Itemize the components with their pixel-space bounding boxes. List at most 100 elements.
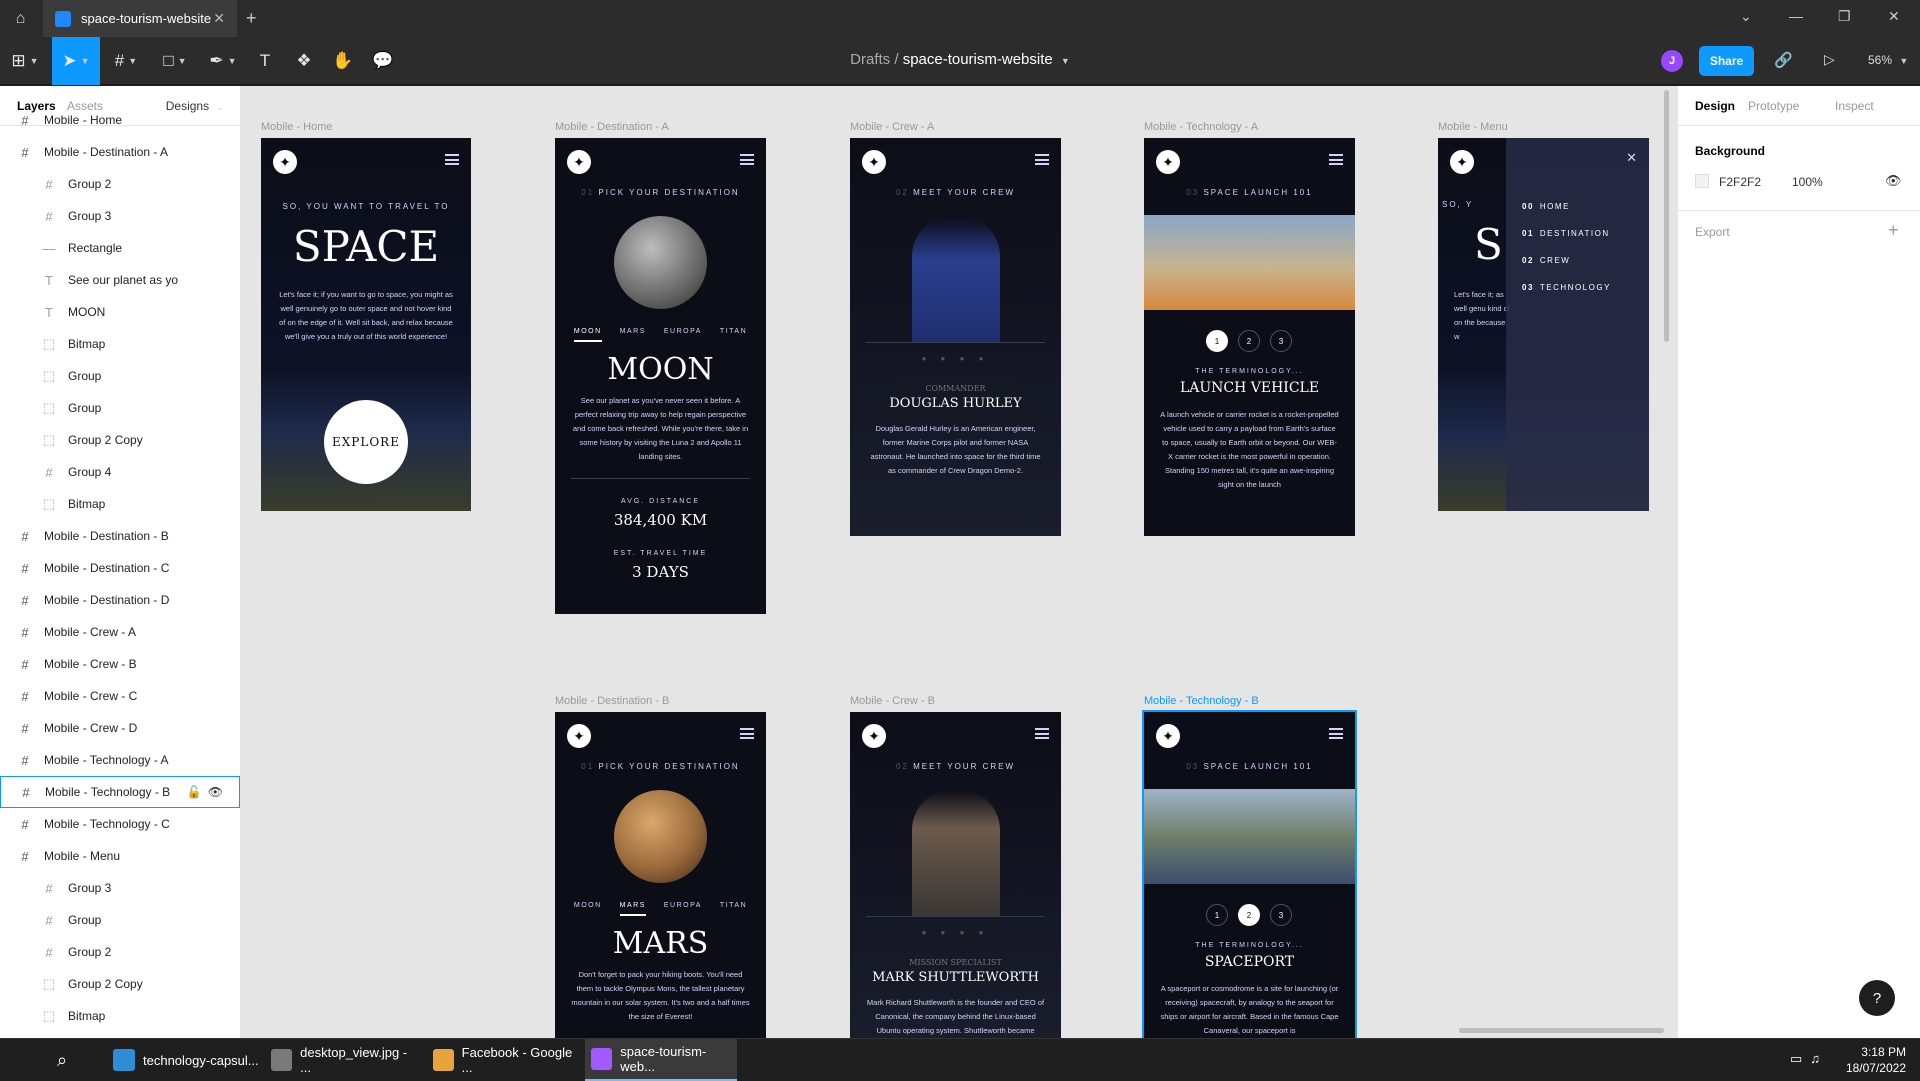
layer-row[interactable]: # Group 4: [0, 456, 240, 488]
frame-mobile-destination-a[interactable]: ✦ 01 PICK YOUR DESTINATION MOON MARS EUROP…: [555, 138, 766, 614]
restore-icon[interactable]: ❐: [1838, 8, 1851, 25]
layer-row[interactable]: # Group 3: [0, 872, 240, 904]
taskbar-app[interactable]: Facebook - Google ...: [427, 1039, 579, 1081]
network-icon[interactable]: ▭: [1790, 1051, 1810, 1066]
layer-row[interactable]: # Group 3: [0, 200, 240, 232]
taskbar-app[interactable]: desktop_view.jpg - ...: [265, 1039, 417, 1081]
window-close-icon[interactable]: ✕: [1888, 8, 1900, 25]
layer-row[interactable]: ⬚ Bitmap: [0, 488, 240, 520]
layer-row[interactable]: # Mobile - Crew - C: [0, 680, 240, 712]
comment-tool-icon[interactable]: 💬: [368, 37, 398, 85]
help-button[interactable]: ?: [1859, 980, 1895, 1016]
layer-row[interactable]: # Mobile - Crew - D: [0, 712, 240, 744]
tab-design[interactable]: Design: [1695, 99, 1735, 113]
layer-row[interactable]: T See our planet as yo: [0, 264, 240, 296]
layer-row[interactable]: # Mobile - Technology - B 🔓👁: [0, 776, 240, 808]
layer-row[interactable]: ⬚ Group: [0, 360, 240, 392]
frame-label-dest-b[interactable]: Mobile - Destination - B: [555, 695, 669, 707]
layer-row[interactable]: ⬚ Bitmap: [0, 328, 240, 360]
frame-mobile-crew-b[interactable]: ✦ 02 MEET YOUR CREW ● ● ● ● MISSION SPEC…: [850, 712, 1061, 1038]
system-tray[interactable]: ▭♫: [1790, 1051, 1828, 1067]
layer-row[interactable]: T MOON: [0, 296, 240, 328]
layer-row[interactable]: # Mobile - Destination - C: [0, 552, 240, 584]
chevron-down-icon[interactable]: ▼: [1061, 56, 1070, 66]
layer-row[interactable]: # Mobile - Technology - A: [0, 744, 240, 776]
clock-date: 18/07/2022: [1845, 1061, 1906, 1075]
layer-row[interactable]: # Group 2: [0, 936, 240, 968]
frame-mobile-crew-a[interactable]: ✦ 02 MEET YOUR CREW ● ● ● ● COMMANDER DO…: [850, 138, 1061, 536]
frame-label-crew-b[interactable]: Mobile - Crew - B: [850, 695, 935, 707]
layer-row[interactable]: # Mobile - Destination - B: [0, 520, 240, 552]
frame-label-menu[interactable]: Mobile - Menu: [1438, 121, 1508, 133]
frame-mobile-technology-b[interactable]: ✦ 03 SPACE LAUNCH 101 1 2 3 THE TERMINOL…: [1142, 710, 1357, 1038]
tab-prototype[interactable]: Prototype: [1748, 99, 1799, 113]
divider: [866, 916, 1045, 917]
present-play-icon[interactable]: ▷: [1824, 51, 1835, 68]
hand-tool-icon[interactable]: ✋: [328, 37, 358, 85]
layer-row[interactable]: # Group: [0, 904, 240, 936]
frame-mobile-technology-a[interactable]: ✦ 03 SPACE LAUNCH 101 1 2 3 THE TERMINOL…: [1144, 138, 1355, 536]
frame-layer-icon: #: [22, 784, 30, 800]
frame-label-home[interactable]: Mobile - Home: [261, 121, 333, 133]
layer-row[interactable]: # Mobile - Home: [0, 104, 240, 136]
volume-icon[interactable]: ♫: [1810, 1051, 1828, 1066]
logo-icon: ✦: [862, 724, 886, 748]
frame-label-dest-a[interactable]: Mobile - Destination - A: [555, 121, 669, 133]
background-hex-input[interactable]: F2F2F2: [1719, 175, 1761, 189]
tab-inspect[interactable]: Inspect: [1835, 99, 1874, 113]
taskbar-app[interactable]: space-tourism-web...: [585, 1039, 737, 1081]
layer-row[interactable]: ⬚ Group: [0, 392, 240, 424]
layer-row[interactable]: ⬚ Bitmap: [0, 1000, 240, 1032]
layer-row[interactable]: # Mobile - Crew - B: [0, 648, 240, 680]
frame-mobile-home[interactable]: ✦ SO, YOU WANT TO TRAVEL TO SPACE Let's …: [261, 138, 471, 511]
search-icon[interactable]: ⌕: [57, 1039, 87, 1081]
new-tab-icon[interactable]: +: [246, 8, 257, 29]
frame-mobile-destination-b[interactable]: ✦ 01 PICK YOUR DESTINATION MOON MARS EUROP…: [555, 712, 766, 1038]
project-name[interactable]: space-tourism-website: [903, 51, 1053, 68]
background-color-swatch[interactable]: [1695, 174, 1709, 188]
layer-row[interactable]: ⬚ Group 2 Copy: [0, 968, 240, 1000]
shape-tool-icon[interactable]: □ ▼: [153, 37, 197, 85]
eye-icon[interactable]: 👁: [1885, 173, 1902, 189]
background-opacity-input[interactable]: 100%: [1792, 175, 1823, 189]
layer-row[interactable]: # Mobile - Technology - C: [0, 808, 240, 840]
chevron-down-icon[interactable]: ⌄: [1740, 8, 1752, 25]
text-tool-icon[interactable]: T: [250, 37, 280, 85]
layer-row[interactable]: # Mobile - Destination - A: [0, 136, 240, 168]
pen-tool-icon[interactable]: ✒ ▼: [201, 37, 245, 85]
lock-visibility-icons[interactable]: 🔓👁: [187, 785, 229, 799]
frame-label-tech-b[interactable]: Mobile - Technology - B: [1144, 695, 1259, 707]
taskbar-app-label: desktop_view.jpg - ...: [300, 1045, 408, 1075]
minimize-icon[interactable]: —: [1789, 8, 1803, 24]
file-tab[interactable]: space-tourism-website ✕: [43, 0, 237, 37]
frame-label-crew-a[interactable]: Mobile - Crew - A: [850, 121, 934, 133]
add-export-icon[interactable]: +: [1888, 220, 1899, 241]
layer-row[interactable]: ⬚ Group 2 Copy: [0, 424, 240, 456]
layer-row[interactable]: # Mobile - Destination - D: [0, 584, 240, 616]
zoom-level[interactable]: 56% ▼: [1868, 53, 1908, 67]
layer-row[interactable]: # Mobile - Crew - A: [0, 616, 240, 648]
move-tool-icon[interactable]: ➤ ▼: [52, 37, 100, 85]
right-panel-tabs: Design Prototype Inspect: [1678, 86, 1920, 126]
clock[interactable]: 3:18 PM 18/07/2022: [1846, 1044, 1906, 1076]
design-canvas[interactable]: Mobile - Home ✦ SO, YOU WANT TO TRAVEL T…: [241, 86, 1677, 1038]
frame-tool-icon[interactable]: # ▼: [104, 37, 148, 85]
main-menu-icon[interactable]: ⊞ ▼: [0, 37, 50, 85]
home-icon[interactable]: ⌂: [0, 0, 41, 37]
layer-row[interactable]: # Group 2: [0, 168, 240, 200]
avatar[interactable]: J: [1661, 50, 1683, 72]
horizontal-scrollbar[interactable]: [1459, 1028, 1664, 1033]
components-icon[interactable]: ❖: [289, 37, 319, 85]
breadcrumb-drafts[interactable]: Drafts: [850, 51, 890, 68]
share-button[interactable]: Share: [1699, 46, 1754, 76]
close-icon[interactable]: ✕: [213, 10, 225, 27]
frame-label-tech-a[interactable]: Mobile - Technology - A: [1144, 121, 1258, 133]
crew-a-name: DOUGLAS HURLEY: [889, 396, 1022, 411]
taskbar-app[interactable]: technology-capsul...: [107, 1039, 259, 1081]
app-icon: [113, 1049, 135, 1071]
frame-mobile-menu[interactable]: ✦ SO, Y S Let's face it; as well genu ki…: [1438, 138, 1649, 511]
layer-row[interactable]: — Rectangle: [0, 232, 240, 264]
vertical-scrollbar[interactable]: [1664, 90, 1669, 342]
link-icon[interactable]: 🔗: [1774, 51, 1793, 69]
layer-row[interactable]: # Mobile - Menu: [0, 840, 240, 872]
